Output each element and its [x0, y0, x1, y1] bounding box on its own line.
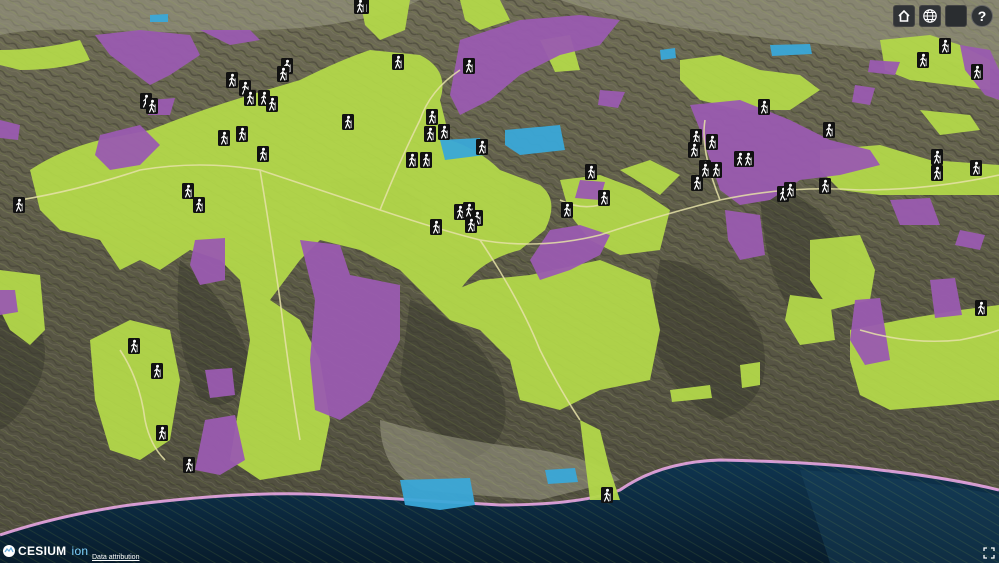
hiker-icon[interactable]: [757, 98, 771, 116]
hiker-icon[interactable]: [243, 89, 257, 107]
hiker-icon[interactable]: [127, 337, 141, 355]
hiker-icon[interactable]: [391, 53, 405, 71]
hiker-icon[interactable]: [916, 51, 930, 69]
hiker-icon[interactable]: [698, 161, 712, 179]
hiker-icon[interactable]: [818, 177, 832, 195]
hiker-icon[interactable]: [560, 201, 574, 219]
hiker-icon[interactable]: [429, 218, 443, 236]
credit-bar: CESIUM ion Data attribution: [0, 537, 999, 563]
hiker-icon[interactable]: [597, 189, 611, 207]
data-attribution-link[interactable]: Data attribution: [92, 554, 139, 561]
hiker-icon[interactable]: [150, 362, 164, 380]
hiker-icon[interactable]: [265, 95, 279, 113]
hiker-icon[interactable]: [969, 159, 983, 177]
hiker-icon[interactable]: [12, 196, 26, 214]
hiker-icon[interactable]: [182, 456, 196, 474]
globe-icon: [923, 9, 937, 23]
hiker-icon[interactable]: [353, 0, 367, 15]
hiker-icon[interactable]: [437, 123, 451, 141]
hiker-icon[interactable]: [464, 216, 478, 234]
hiker-icon[interactable]: [145, 97, 159, 115]
help-icon: ?: [977, 8, 987, 24]
fullscreen-icon[interactable]: [983, 547, 995, 559]
hiker-icon[interactable]: [970, 63, 984, 81]
hiker-icon[interactable]: [974, 299, 988, 317]
hiker-icon[interactable]: [181, 182, 195, 200]
hiker-icon[interactable]: [462, 57, 476, 75]
hiker-icon[interactable]: [822, 121, 836, 139]
hiker-icon[interactable]: [741, 150, 755, 168]
hiker-icon[interactable]: [405, 151, 419, 169]
logo-text: CESIUM: [18, 544, 67, 558]
hiker-icon[interactable]: [225, 71, 239, 89]
hiker-icon[interactable]: [423, 125, 437, 143]
hiker-icon[interactable]: [584, 163, 598, 181]
hiker-icon[interactable]: [155, 424, 169, 442]
home-button[interactable]: [893, 5, 915, 27]
hiker-icon[interactable]: [687, 141, 701, 159]
cesium-logo: CESIUM ion: [2, 544, 88, 558]
hiker-icon[interactable]: [709, 161, 723, 179]
hiker-icon[interactable]: [256, 145, 270, 163]
layers-button[interactable]: [945, 5, 967, 27]
hiker-icon[interactable]: [930, 164, 944, 182]
hiker-icon[interactable]: [930, 148, 944, 166]
hiker-icon[interactable]: [276, 65, 290, 83]
home-icon: [898, 9, 910, 22]
hiker-icon[interactable]: [217, 129, 231, 147]
hiker-icon[interactable]: [705, 133, 719, 151]
hiker-icon[interactable]: [192, 196, 206, 214]
hiker-icon[interactable]: [783, 181, 797, 199]
terrain-map[interactable]: [0, 0, 999, 563]
hiker-icon[interactable]: [425, 108, 439, 126]
hiker-icon[interactable]: [600, 486, 614, 504]
hiker-icon[interactable]: [235, 125, 249, 143]
map-viewer[interactable]: ? CESIUM ion Data attribution: [0, 0, 999, 563]
hiker-icon[interactable]: [938, 37, 952, 55]
help-button[interactable]: ?: [971, 5, 993, 27]
logo-suffix: ion: [71, 544, 89, 558]
map-toolbar: ?: [893, 5, 993, 27]
hiker-icon[interactable]: [341, 113, 355, 131]
hiker-icon[interactable]: [419, 151, 433, 169]
cesium-logo-icon: [3, 545, 15, 557]
globe-button[interactable]: [919, 5, 941, 27]
hiker-icon[interactable]: [475, 138, 489, 156]
